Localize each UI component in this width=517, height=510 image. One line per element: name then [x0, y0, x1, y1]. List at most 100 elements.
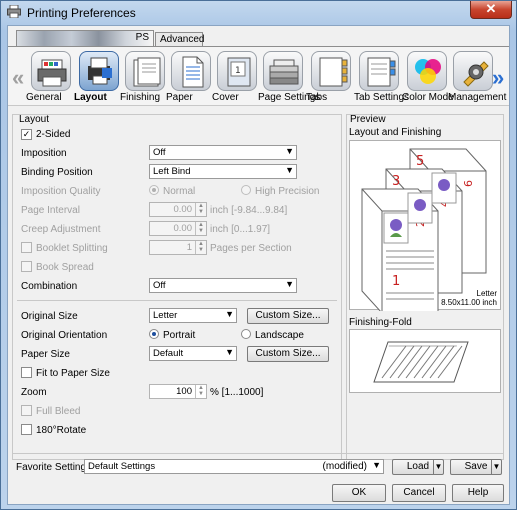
layout-finishing-label: Layout and Finishing [349, 127, 442, 138]
scroll-left-icon[interactable]: « [12, 65, 24, 91]
chevron-down-icon: ▼ [225, 309, 234, 319]
imposition-dropdown[interactable]: Off ▼ [149, 145, 297, 160]
printer-icon [31, 51, 71, 91]
tool-paper[interactable]: Paper [166, 51, 216, 105]
booklet-unit: Pages per Section [210, 243, 292, 254]
imposition-label: Imposition [21, 148, 67, 159]
ok-button[interactable]: OK [332, 484, 386, 502]
chevron-down-icon: ▼ [225, 347, 234, 357]
tool-label: Tabs [306, 92, 328, 103]
page-number-3: 3 [392, 174, 400, 189]
paper-icon [171, 51, 211, 91]
full-bleed-checkbox[interactable] [21, 405, 32, 416]
paper-custom-size-button[interactable]: Custom Size... [247, 346, 329, 362]
layout-preview: 5 6 3 4 [349, 140, 501, 314]
load-label: Load [406, 461, 430, 472]
original-size-value: Letter [153, 310, 178, 321]
quality-normal-radio[interactable] [149, 185, 159, 195]
paper-size-dropdown[interactable]: Default ▼ [149, 346, 237, 361]
book-spread-label: Book Spread [36, 262, 94, 273]
chevron-down-icon[interactable]: ▼ [491, 460, 501, 474]
chevron-down-icon: ▼ [285, 279, 294, 289]
tool-label: Layout [74, 92, 107, 103]
portrait-radio[interactable] [149, 329, 159, 339]
cancel-button[interactable]: Cancel [392, 484, 446, 502]
orientation-label: Original Orientation [21, 330, 108, 341]
creep-spinner[interactable]: 0.00 ▲ ▼ [149, 221, 207, 236]
page-interval-value: 0.00 [173, 204, 193, 215]
layout-panel: Layout ✓ 2-Sided Imposition Off ▼ Bindin… [12, 114, 342, 460]
save-label: Save [464, 461, 488, 472]
finishing-fold-preview [349, 329, 501, 393]
rotate-label: 180°Rotate [36, 425, 87, 436]
tool-general[interactable]: General [26, 51, 76, 105]
favorite-dropdown[interactable]: Default Settings (modified) ▼ [84, 459, 384, 474]
page-number-5: 5 [416, 154, 424, 169]
full-bleed-label: Full Bleed [36, 406, 81, 417]
tool-finishing[interactable]: Finishing [120, 51, 170, 105]
stacked-pages-image: 5 6 3 4 [361, 148, 487, 314]
two-sided-checkbox[interactable]: ✓ [21, 129, 32, 140]
paper-caption-2: 8.50x11.00 inch [441, 298, 497, 307]
close-button[interactable]: ✕ [470, 1, 512, 19]
book-spread-checkbox[interactable] [21, 261, 32, 272]
svg-text:1: 1 [235, 66, 241, 76]
spinner-arrows-icon[interactable]: ▲ ▼ [195, 222, 206, 235]
two-sided-label: 2-Sided [36, 129, 71, 140]
spinner-arrows-icon[interactable]: ▲ ▼ [195, 203, 206, 216]
tool-color-mode[interactable]: Color Mode [402, 51, 454, 105]
binding-label: Binding Position [21, 167, 93, 178]
tool-layout[interactable]: Layout [74, 51, 124, 105]
page-settings-icon [263, 51, 303, 91]
tab-basic[interactable]: PS [16, 30, 154, 46]
preview-title: Preview [350, 114, 386, 125]
tool-label: General [26, 92, 62, 103]
help-button[interactable]: Help [452, 484, 504, 502]
fit-paper-checkbox[interactable] [21, 367, 32, 378]
rotate-checkbox[interactable] [21, 424, 32, 435]
spinner-arrows-icon[interactable]: ▲ ▼ [195, 385, 206, 398]
chevron-down-icon: ▼ [285, 165, 294, 175]
zoom-value: 100 [176, 386, 192, 397]
tool-tab-settings[interactable]: Tab Settings [354, 51, 409, 105]
spinner-arrows-icon[interactable]: ▲ ▼ [195, 241, 206, 254]
tool-management[interactable]: Management [448, 51, 506, 105]
tool-page-settings[interactable]: Page Settings [258, 51, 320, 105]
landscape-radio[interactable] [241, 329, 251, 339]
booklet-label: Booklet Splitting [36, 243, 108, 254]
page-interval-spinner[interactable]: 0.00 ▲ ▼ [149, 202, 207, 217]
creep-value: 0.00 [173, 223, 193, 234]
finishing-icon [125, 51, 165, 91]
fit-paper-label: Fit to Paper Size [36, 368, 110, 379]
chevron-down-icon[interactable]: ▼ [433, 460, 443, 474]
booklet-spinner[interactable]: 1 ▲ ▼ [149, 240, 207, 255]
binding-dropdown[interactable]: Left Bind ▼ [149, 164, 297, 179]
tool-label: Finishing [120, 92, 161, 103]
cover-icon: 1 [217, 51, 257, 91]
booklet-checkbox[interactable] [21, 242, 32, 253]
save-button[interactable]: Save ▼ [450, 459, 502, 475]
tool-tabs[interactable]: Tabs [306, 51, 356, 105]
finishing-fold-label: Finishing-Fold [349, 317, 412, 328]
title-bar[interactable]: Printing Preferences ✕ [1, 1, 516, 23]
quality-label: Imposition Quality [21, 186, 101, 197]
management-icon [453, 51, 493, 91]
tab-advanced[interactable]: Advanced [155, 32, 204, 46]
quality-normal-label: Normal [163, 186, 196, 197]
imposition-value: Off [153, 147, 166, 158]
scroll-right-icon[interactable]: » [492, 65, 504, 91]
divider [12, 453, 504, 454]
combination-dropdown[interactable]: Off ▼ [149, 278, 297, 293]
combination-label: Combination [21, 281, 78, 292]
booklet-value: 1 [186, 242, 192, 253]
tool-label: Tab Settings [354, 92, 410, 103]
tool-label: Cover [212, 92, 239, 103]
zoom-spinner[interactable]: 100 ▲ ▼ [149, 384, 207, 399]
tool-cover[interactable]: 1 Cover [212, 51, 262, 105]
original-size-dropdown[interactable]: Letter ▼ [149, 308, 237, 323]
fold-image [373, 341, 469, 383]
page-number-6: 6 [462, 180, 475, 187]
original-custom-size-button[interactable]: Custom Size... [247, 308, 329, 324]
load-button[interactable]: Load ▼ [392, 459, 444, 475]
quality-high-radio[interactable] [241, 185, 251, 195]
